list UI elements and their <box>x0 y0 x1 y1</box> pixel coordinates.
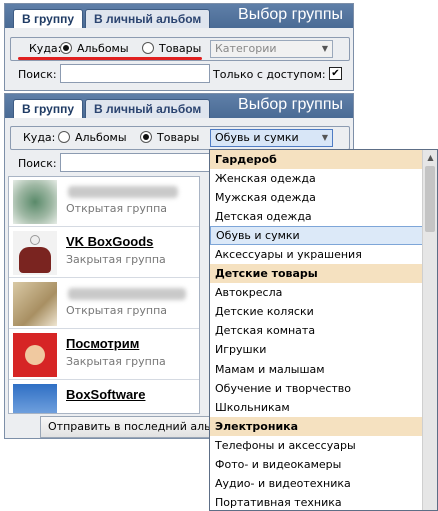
group-avatar <box>13 231 57 275</box>
bottom-window-title: Выбор группы <box>238 96 343 113</box>
face-icon <box>25 345 45 365</box>
dropdown-group-header: Электроника <box>210 416 423 436</box>
bottom-category-value: Обувь и сумки <box>215 131 299 144</box>
top-where-label: Куда: <box>29 42 62 55</box>
top-panel: В группу В личный альбом Выбор группы Ку… <box>4 3 354 91</box>
top-search-label: Поиск: <box>18 68 57 81</box>
scroll-up-icon[interactable]: ▲ <box>423 150 437 165</box>
bottom-radio-goods-label: Товары <box>157 131 200 144</box>
group-list-item[interactable]: Открытая группа <box>9 279 199 329</box>
bottom-tab-personal-album[interactable]: В личный альбом <box>85 99 211 118</box>
group-list-item[interactable]: Открытая группа <box>9 177 199 227</box>
top-category-placeholder: Категории <box>215 42 277 55</box>
top-category-select: Категории ▼ <box>210 40 333 58</box>
bottom-search-label: Поиск: <box>18 157 57 170</box>
bottom-radio-albums-label: Альбомы <box>75 131 127 144</box>
group-name[interactable]: Посмотрим <box>66 336 139 351</box>
dropdown-group-header: Гардероб <box>210 150 423 170</box>
group-avatar <box>13 180 57 224</box>
group-avatar <box>13 384 57 413</box>
group-name-blurred <box>68 288 186 300</box>
top-access-label: Только с доступом: <box>213 68 326 81</box>
top-tab-personal-album[interactable]: В личный альбом <box>85 9 211 28</box>
group-type: Закрытая группа <box>66 355 166 368</box>
group-list-item[interactable]: BoxSoftware <box>9 381 199 413</box>
bottom-radio-goods[interactable] <box>140 131 152 143</box>
group-type: Закрытая группа <box>66 253 166 266</box>
dropdown-group-header: Детские товары <box>210 264 423 284</box>
dropdown-option[interactable]: Обувь и сумки <box>210 226 423 246</box>
dropdown-option[interactable]: Аудио- и видеотехника <box>210 474 423 493</box>
group-avatar <box>13 282 57 326</box>
dropdown-option[interactable]: Портативная техника <box>210 493 423 510</box>
group-name-blurred <box>68 186 178 198</box>
group-type: Открытая группа <box>66 304 168 317</box>
bottom-category-select[interactable]: Обувь и сумки ▼ <box>210 129 333 147</box>
dropdown-option[interactable]: Детская одежда <box>210 207 423 226</box>
top-radio-goods-label: Товары <box>159 42 202 55</box>
dropdown-option[interactable]: Мамам и малышам <box>210 360 423 379</box>
dropdown-option[interactable]: Школьникам <box>210 398 423 417</box>
top-radio-albums-label: Альбомы <box>77 42 129 55</box>
dropdown-option[interactable]: Автокресла <box>210 283 423 302</box>
dropdown-option[interactable]: Детские коляски <box>210 302 423 321</box>
category-options: Гардероб Женская одежда Мужская одежда Детс… <box>210 150 423 510</box>
top-radio-goods[interactable] <box>142 42 154 54</box>
figure-icon <box>30 235 40 245</box>
dropdown-option[interactable]: Женская одежда <box>210 169 423 188</box>
category-dropdown[interactable]: Гардероб Женская одежда Мужская одежда Детс… <box>209 149 438 511</box>
group-name[interactable]: BoxSoftware <box>66 387 145 402</box>
send-to-last-album-button[interactable]: Отправить в последний альбом <box>40 416 218 438</box>
annotation-underline <box>18 57 202 60</box>
checkmark-icon: ✔ <box>331 68 340 79</box>
bottom-search-input[interactable] <box>60 153 210 172</box>
group-list[interactable]: Открытая группа VK BoxGoods Закрытая гру… <box>8 176 200 414</box>
dropdown-option[interactable]: Детская комната <box>210 321 423 340</box>
top-radio-albums[interactable] <box>60 42 72 54</box>
bottom-radio-albums[interactable] <box>58 131 70 143</box>
top-access-checkbox[interactable]: ✔ <box>329 67 342 80</box>
group-type: Открытая группа <box>66 202 168 215</box>
dropdown-scrollbar[interactable]: ▲ <box>422 150 437 510</box>
dropdown-option[interactable]: Мужская одежда <box>210 188 423 207</box>
chevron-down-icon: ▼ <box>321 133 328 142</box>
armchair-icon <box>19 247 51 273</box>
bottom-titlebar: В группу В личный альбом Выбор группы <box>5 94 353 118</box>
dropdown-option[interactable]: Аксессуары и украшения <box>210 245 423 264</box>
top-search-input[interactable] <box>60 64 210 83</box>
top-tab-to-group[interactable]: В группу <box>13 9 84 28</box>
bottom-where-label: Куда: <box>23 131 56 144</box>
group-avatar <box>13 333 57 377</box>
dropdown-option[interactable]: Игрушки <box>210 340 423 359</box>
top-titlebar: В группу В личный альбом Выбор группы <box>5 4 353 28</box>
top-window-title: Выбор группы <box>238 6 343 23</box>
bottom-tab-to-group[interactable]: В группу <box>13 99 84 118</box>
dropdown-option[interactable]: Фото- и видеокамеры <box>210 455 423 474</box>
group-list-item[interactable]: Посмотрим Закрытая группа <box>9 330 199 380</box>
dropdown-option[interactable]: Обучение и творчество <box>210 379 423 398</box>
dropdown-option[interactable]: Телефоны и аксессуары <box>210 436 423 455</box>
chevron-down-icon: ▼ <box>321 44 328 53</box>
scroll-thumb[interactable] <box>425 166 435 232</box>
group-list-item[interactable]: VK BoxGoods Закрытая группа <box>9 228 199 278</box>
group-name[interactable]: VK BoxGoods <box>66 234 153 249</box>
